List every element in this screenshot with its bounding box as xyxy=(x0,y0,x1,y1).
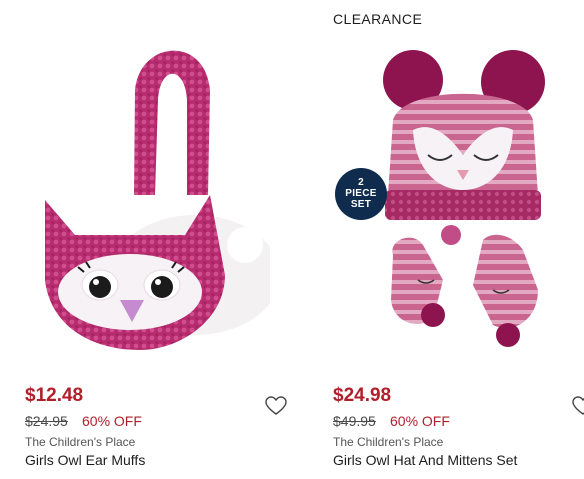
badge-line: SET xyxy=(350,199,372,210)
brand-name: The Children's Place xyxy=(25,435,136,449)
original-price: $49.95 xyxy=(333,413,376,429)
original-price: $24.95 xyxy=(25,413,68,429)
discount-label: 60% OFF xyxy=(390,413,450,429)
product-image[interactable] xyxy=(20,30,280,370)
sale-price: $12.48 xyxy=(25,385,84,406)
heart-outline-icon[interactable] xyxy=(265,396,287,416)
clearance-flag: CLEARANCE xyxy=(333,11,423,27)
badge-line: 2 xyxy=(358,177,364,188)
badge-line: PIECE xyxy=(345,188,377,199)
product-name[interactable]: Girls Owl Ear Muffs xyxy=(25,452,145,468)
sale-price: $24.98 xyxy=(333,385,392,406)
discount-label: 60% OFF xyxy=(82,413,142,429)
piece-set-badge: 2 PIECE SET xyxy=(335,168,387,220)
owl-ear-muffs-image xyxy=(45,50,280,350)
brand-name: The Children's Place xyxy=(333,435,444,449)
heart-outline-icon[interactable] xyxy=(572,396,584,416)
product-name[interactable]: Girls Owl Hat And Mittens Set xyxy=(333,452,517,468)
